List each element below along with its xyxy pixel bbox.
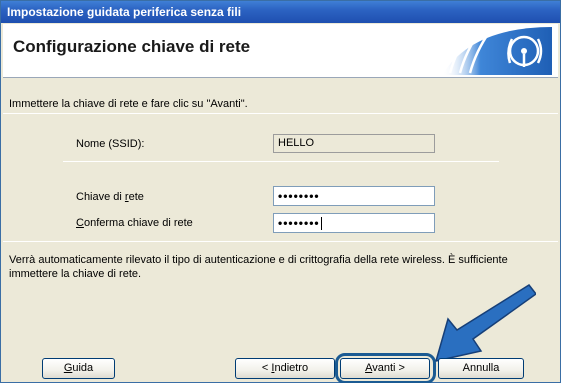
network-key-label: Chiave di rete: [76, 191, 144, 203]
confirm-key-label-mnemonic: C: [76, 217, 84, 229]
confirm-key-input[interactable]: ••••••••: [273, 213, 435, 233]
text-caret: [320, 217, 322, 231]
title-bar: Impostazione guidata periferica senza fi…: [1, 1, 560, 23]
pointer-arrow-icon: [434, 284, 536, 363]
divider: [3, 113, 558, 114]
info-note: Verrà automaticamente rilevato il tipo d…: [9, 254, 508, 280]
ssid-label: Nome (SSID):: [76, 138, 145, 150]
divider: [3, 241, 558, 242]
window-title: Impostazione guidata periferica senza fi…: [7, 5, 242, 19]
divider: [63, 161, 499, 162]
confirm-key-label: Conferma chiave di rete: [76, 217, 193, 229]
help-label: uida: [72, 362, 94, 374]
back-button[interactable]: < Indietro: [235, 358, 335, 379]
confirm-key-value: ••••••••: [278, 216, 320, 230]
wireless-signal-icon: [442, 27, 552, 75]
next-label: vanti >: [372, 362, 405, 374]
confirm-key-label-post: onferma chiave di rete: [83, 217, 193, 229]
cancel-button[interactable]: Annulla: [438, 358, 524, 379]
ssid-field: HELLO: [273, 134, 435, 153]
next-button[interactable]: Avanti >: [340, 358, 430, 379]
back-prefix: <: [261, 362, 272, 374]
wizard-header: Configurazione chiave di rete: [3, 24, 558, 78]
instruction-text: Immettere la chiave di rete e fare clic …: [9, 98, 248, 110]
network-key-value: ••••••••: [278, 189, 320, 203]
network-key-label-post: ete: [128, 191, 144, 203]
page-title: Configurazione chiave di rete: [13, 37, 251, 56]
wizard-window: Impostazione guidata periferica senza fi…: [0, 0, 561, 383]
back-label: ndietro: [274, 362, 309, 374]
network-key-input[interactable]: ••••••••: [273, 186, 435, 206]
help-button[interactable]: Guida: [42, 358, 115, 379]
network-key-label-pre: Chiave di: [76, 191, 125, 203]
